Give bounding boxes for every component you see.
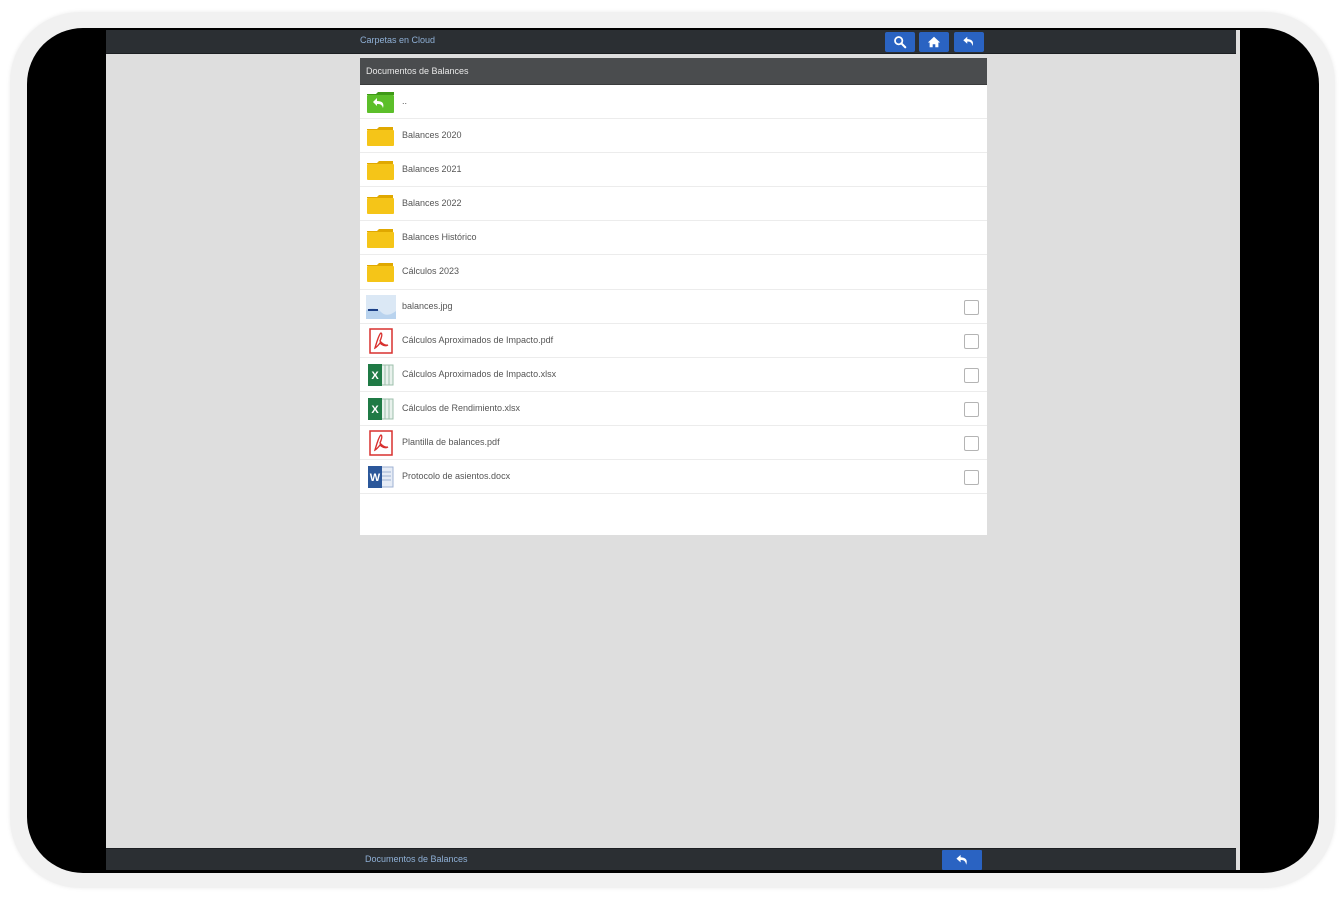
- file-row[interactable]: Cálculos Aproximados de Impacto.pdf: [360, 324, 987, 358]
- folder-icon: [365, 157, 397, 183]
- folder-row[interactable]: Balances 2021: [360, 153, 987, 188]
- row-label: ..: [402, 96, 408, 106]
- folder-row[interactable]: ..: [360, 85, 987, 120]
- folder-icon: [365, 259, 397, 285]
- folder-row[interactable]: Balances 2020: [360, 119, 987, 154]
- row-label: Balances 2020: [402, 130, 462, 141]
- back-icon: [955, 854, 967, 865]
- folder-row[interactable]: Balances Histórico: [360, 221, 987, 256]
- bottom-back-button[interactable]: [942, 850, 982, 870]
- folder-row[interactable]: Cálculos 2023: [360, 255, 987, 290]
- folder-row[interactable]: Balances 2022: [360, 187, 987, 222]
- home-icon: [927, 36, 941, 48]
- file-row[interactable]: X Cálculos de Rendimiento.xlsx: [360, 392, 987, 426]
- bottom-toolbar: Documentos de Balances: [106, 848, 1236, 870]
- select-checkbox[interactable]: [964, 333, 979, 349]
- panel-title: Documentos de Balances: [360, 58, 987, 85]
- excel-file-icon: X: [365, 362, 397, 388]
- select-checkbox[interactable]: [964, 435, 979, 451]
- row-label: balances.jpg: [402, 300, 453, 311]
- row-label: Cálculos Aproximados de Impacto.xlsx: [402, 368, 557, 379]
- file-row[interactable]: Plantilla de balances.pdf: [360, 426, 987, 461]
- folder-up-icon: [365, 89, 397, 115]
- row-label: Cálculos de Rendimiento.xlsx: [402, 402, 521, 413]
- file-browser-panel: Documentos de Balances .. Balances 2020 Ba…: [360, 58, 987, 535]
- pdf-file-icon: [365, 327, 397, 354]
- select-checkbox[interactable]: [964, 470, 979, 486]
- folder-icon: [365, 123, 397, 149]
- row-label: Balances Histórico: [402, 232, 477, 243]
- file-list: .. Balances 2020 Balances 2021 Balances 202…: [360, 85, 987, 495]
- file-row[interactable]: X Cálculos Aproximados de Impacto.xlsx: [360, 358, 987, 392]
- home-button[interactable]: [919, 32, 949, 52]
- svg-text:W: W: [370, 472, 381, 484]
- file-row[interactable]: W Protocolo de asientos.docx: [360, 460, 987, 495]
- file-row[interactable]: balances.jpg: [360, 290, 987, 324]
- folder-icon: [365, 191, 397, 217]
- svg-text:X: X: [371, 404, 379, 416]
- top-toolbar: Carpetas en Cloud: [106, 30, 1236, 54]
- current-folder-title: Documentos de Balances: [365, 854, 468, 864]
- row-label: Balances 2021: [402, 164, 462, 175]
- row-label: Protocolo de asientos.docx: [402, 471, 511, 482]
- back-button[interactable]: [954, 32, 984, 52]
- row-label: Cálculos 2023: [402, 266, 460, 277]
- select-checkbox[interactable]: [964, 401, 979, 417]
- word-file-icon: W: [365, 464, 397, 490]
- excel-file-icon: X: [365, 396, 397, 422]
- back-icon: [963, 36, 973, 46]
- select-checkbox[interactable]: [964, 367, 979, 383]
- search-icon: [894, 36, 907, 49]
- search-button[interactable]: [885, 32, 915, 52]
- image-file-icon: [365, 294, 397, 320]
- select-checkbox[interactable]: [964, 299, 979, 315]
- row-label: Balances 2022: [402, 198, 462, 209]
- row-label: Cálculos Aproximados de Impacto.pdf: [402, 334, 554, 345]
- breadcrumb-title[interactable]: Carpetas en Cloud: [360, 35, 435, 45]
- folder-icon: [365, 225, 397, 251]
- row-label: Plantilla de balances.pdf: [402, 436, 500, 447]
- pdf-file-icon: [365, 430, 397, 456]
- app-screen: Carpetas en Cloud Documentos de Balances…: [106, 30, 1240, 870]
- svg-text:X: X: [371, 370, 379, 382]
